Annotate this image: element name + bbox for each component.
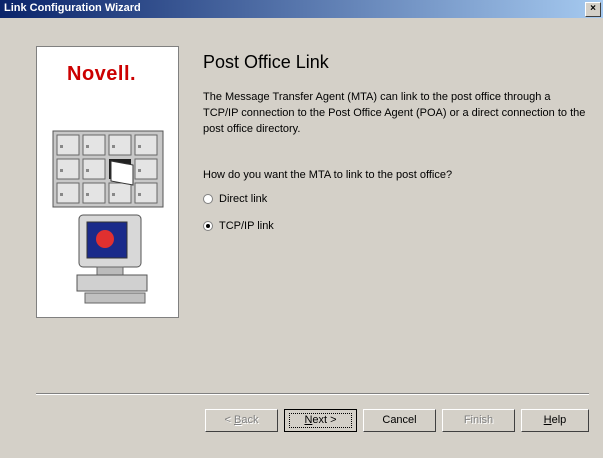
computer-icon	[76, 214, 148, 304]
finish-button[interactable]: Finish	[442, 409, 515, 432]
help-accel: H	[543, 414, 552, 426]
radio-selected-icon[interactable]	[203, 221, 213, 231]
help-rest: elp	[551, 414, 567, 426]
window-title: Link Configuration Wizard	[4, 2, 141, 14]
radio-direct-link[interactable]: Direct link	[203, 193, 267, 205]
back-rest: ack	[241, 414, 259, 426]
radio-tcpip-link[interactable]: TCP/IP link	[203, 220, 274, 232]
finish-label: Finish	[463, 414, 494, 426]
back-prefix: <	[224, 414, 234, 426]
help-button[interactable]: Help	[521, 409, 589, 432]
focus-rect	[289, 413, 352, 428]
title-bar[interactable]: Link Configuration Wizard ×	[0, 0, 603, 18]
link-question: How do you want the MTA to link to the p…	[203, 169, 453, 181]
cancel-button[interactable]: Cancel	[363, 409, 436, 432]
mailbox-cabinet-icon	[52, 130, 164, 208]
back-button[interactable]: < Back	[205, 409, 278, 432]
next-button[interactable]: Next >	[284, 409, 357, 432]
close-icon: ×	[590, 3, 596, 14]
radio-icon[interactable]	[203, 194, 213, 204]
wizard-illustration: Novell.	[36, 46, 179, 318]
close-button[interactable]: ×	[585, 2, 601, 17]
radio-label: Direct link	[219, 193, 268, 205]
page-description: The Message Transfer Agent (MTA) can lin…	[203, 91, 586, 135]
wizard-window: Link Configuration Wizard × Novell. Post…	[0, 0, 603, 458]
cancel-label: Cancel	[382, 414, 417, 426]
mailbox-computer-illustration	[52, 130, 164, 304]
page-title: Post Office Link	[203, 52, 329, 72]
separator	[36, 393, 589, 395]
radio-label: TCP/IP link	[219, 220, 274, 232]
